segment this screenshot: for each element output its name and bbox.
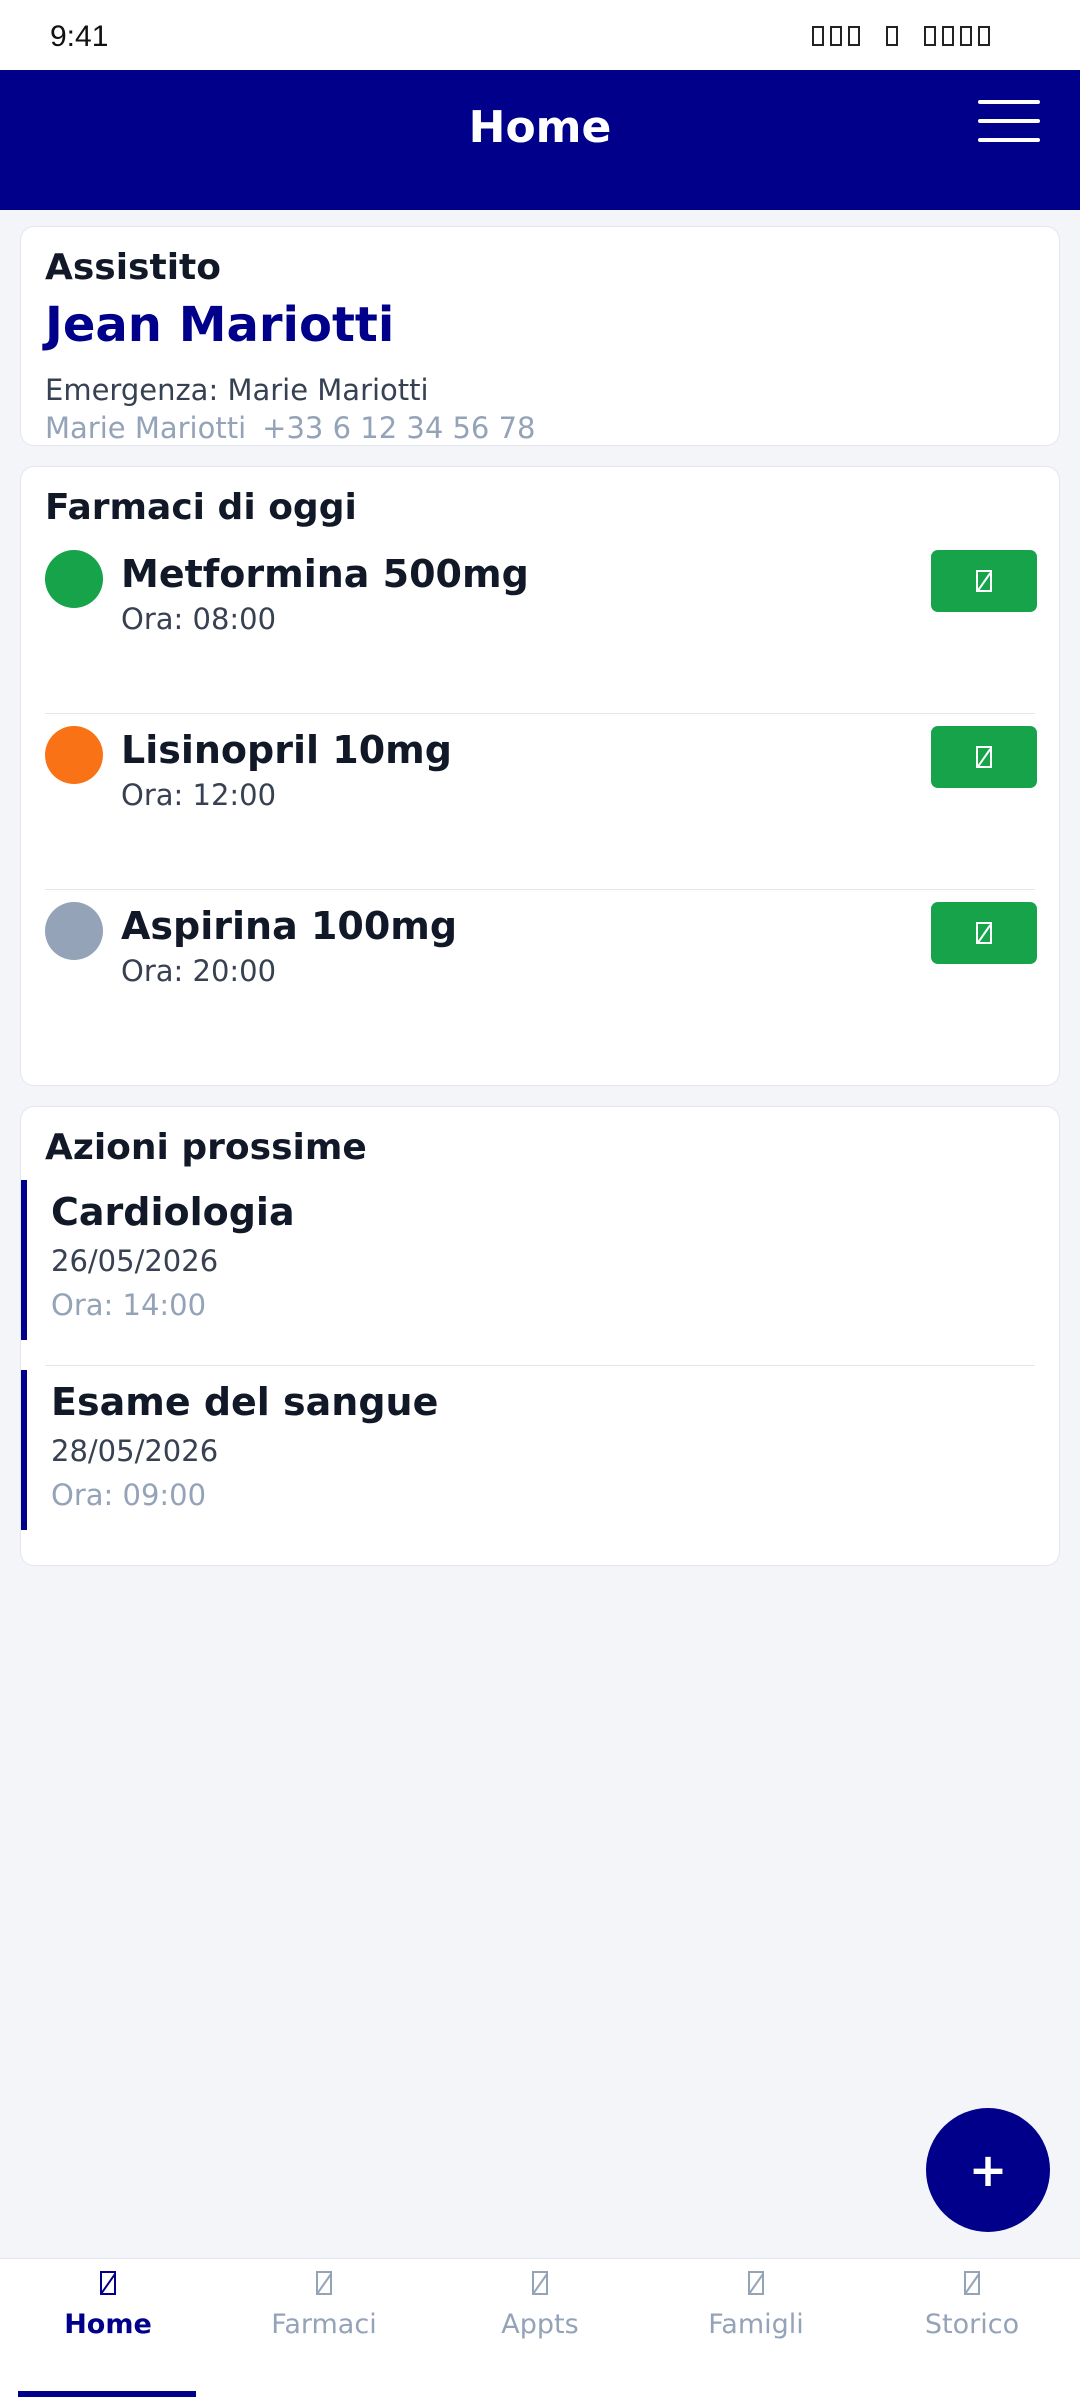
med-name: Aspirina 100mg — [121, 904, 458, 948]
emergency-contact-row[interactable]: Marie Mariotti +33 6 12 34 56 78 — [45, 411, 536, 445]
status-icons — [812, 26, 990, 46]
meds-section-title: Farmaci di oggi — [45, 487, 357, 528]
divider — [45, 1365, 1035, 1366]
signal-icon — [812, 26, 824, 46]
battery-icon — [978, 26, 990, 46]
todays-meds-card: Farmaci di oggi Metformina 500mg Ora: 08… — [20, 466, 1060, 1086]
add-fab-button[interactable]: + — [926, 2108, 1050, 2232]
med-item: Metformina 500mg Ora: 08:00 — [21, 550, 1061, 700]
missing-glyph-icon — [976, 570, 992, 592]
appointment-title: Cardiologia — [51, 1190, 295, 1234]
appointment-accent-bar — [21, 1370, 27, 1530]
battery-icon — [960, 26, 972, 46]
nav-label: Famigli — [708, 2309, 804, 2340]
family-icon — [748, 2271, 764, 2295]
signal-icon — [830, 26, 842, 46]
appointment-time: Ora: 14:00 — [51, 1288, 207, 1322]
pill-icon — [316, 2271, 332, 2295]
calendar-icon — [532, 2271, 548, 2295]
nav-label: Storico — [924, 2309, 1020, 2340]
hamburger-menu-icon[interactable] — [978, 100, 1042, 150]
med-time: Ora: 12:00 — [121, 778, 277, 812]
nav-item-famiglia[interactable]: Famigli — [648, 2259, 864, 2400]
nav-item-home[interactable]: Home — [0, 2259, 216, 2400]
home-icon — [100, 2271, 116, 2295]
take-med-button[interactable] — [931, 726, 1037, 788]
bottom-nav: Home Farmaci Appts Famigli Storico — [0, 2258, 1080, 2400]
nav-label: Home — [64, 2309, 152, 2340]
appointment-item[interactable]: Esame del sangue 28/05/2026 Ora: 09:00 — [21, 1370, 1061, 1530]
status-bar: 9:41 — [0, 0, 1080, 70]
divider — [45, 713, 1035, 714]
patient-section-label: Assistito — [45, 247, 221, 288]
appointment-date: 26/05/2026 — [51, 1244, 219, 1278]
take-med-button[interactable] — [931, 902, 1037, 964]
emergency-contact-label: Emergenza: Marie Mariotti — [45, 373, 429, 407]
nav-item-appts[interactable]: Appts — [432, 2259, 648, 2400]
med-time: Ora: 20:00 — [121, 954, 277, 988]
upcoming-actions-card: Azioni prossime Cardiologia 26/05/2026 O… — [20, 1106, 1060, 1566]
appointment-item[interactable]: Cardiologia 26/05/2026 Ora: 14:00 — [21, 1180, 1061, 1340]
emergency-contact-name: Marie Mariotti — [45, 411, 247, 445]
battery-icon — [942, 26, 954, 46]
page-title: Home — [468, 102, 612, 153]
appointment-time: Ora: 09:00 — [51, 1478, 207, 1512]
divider — [45, 889, 1035, 890]
app-bar: Home — [0, 70, 1080, 210]
missing-glyph-icon — [976, 746, 992, 768]
plus-icon: + — [968, 2143, 1008, 2197]
nav-item-storico[interactable]: Storico — [864, 2259, 1080, 2400]
patient-name: Jean Mariotti — [45, 297, 395, 353]
med-item: Lisinopril 10mg Ora: 12:00 — [21, 726, 1061, 876]
med-status-dot — [45, 902, 103, 960]
active-tab-indicator — [18, 2391, 196, 2397]
nav-label: Farmaci — [271, 2309, 377, 2340]
missing-glyph-icon — [976, 922, 992, 944]
upcoming-section-title: Azioni prossime — [45, 1127, 367, 1168]
patient-card: Assistito Jean Mariotti Emergenza: Marie… — [20, 226, 1060, 446]
appointment-date: 28/05/2026 — [51, 1434, 219, 1468]
nav-label: Appts — [501, 2309, 579, 2340]
status-time: 9:41 — [50, 20, 109, 53]
med-time: Ora: 08:00 — [121, 602, 277, 636]
nav-item-farmaci[interactable]: Farmaci — [216, 2259, 432, 2400]
appointment-title: Esame del sangue — [51, 1380, 439, 1424]
appointment-accent-bar — [21, 1180, 27, 1340]
signal-icon — [848, 26, 860, 46]
med-name: Metformina 500mg — [121, 552, 529, 596]
med-item: Aspirina 100mg Ora: 20:00 — [21, 902, 1061, 1052]
emergency-contact-phone[interactable]: +33 6 12 34 56 78 — [262, 411, 535, 445]
history-icon — [964, 2271, 980, 2295]
wifi-icon — [886, 26, 898, 46]
med-name: Lisinopril 10mg — [121, 728, 452, 772]
med-status-dot — [45, 550, 103, 608]
med-status-dot — [45, 726, 103, 784]
take-med-button[interactable] — [931, 550, 1037, 612]
battery-icon — [924, 26, 936, 46]
